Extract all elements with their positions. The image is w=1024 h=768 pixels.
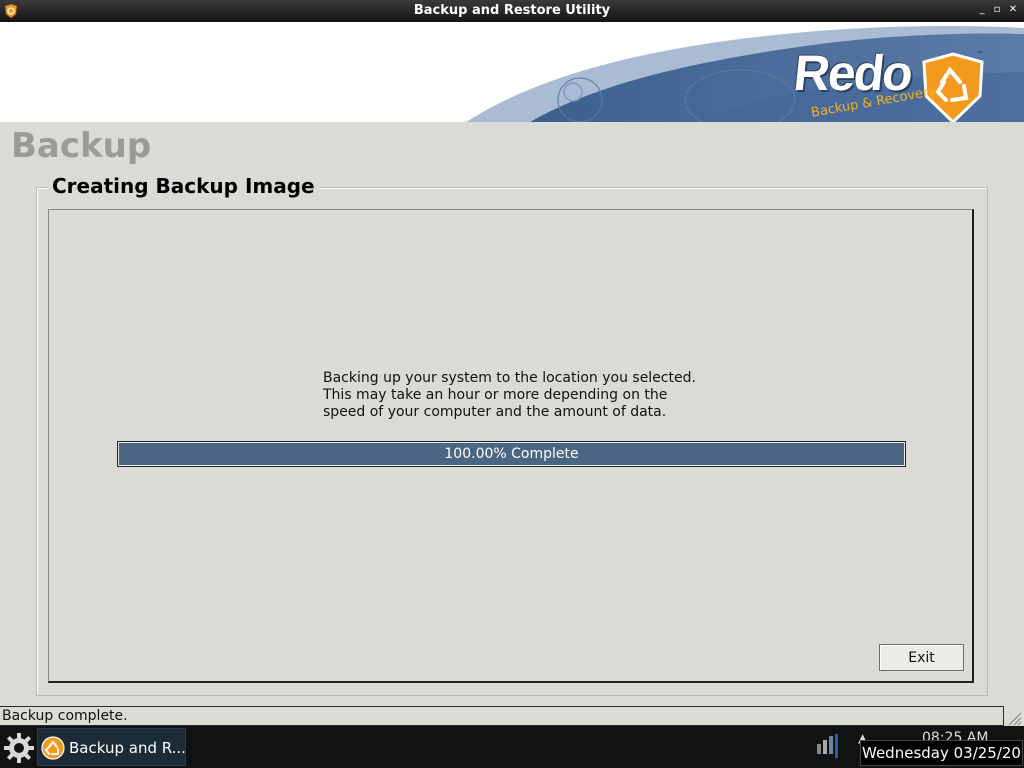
taskbar-item-label: Backup and R... [69, 739, 186, 757]
gear-icon[interactable] [3, 732, 35, 764]
status-bar: Backup complete. [0, 706, 1004, 726]
minimize-button[interactable]: _ [976, 4, 988, 16]
redo-logo: Redo ™ Backup & Recovery [791, 45, 992, 122]
status-text: Backup complete. [2, 708, 128, 724]
exit-button[interactable]: Exit [879, 644, 964, 671]
page-title: Backup [11, 126, 152, 166]
group-title: Creating Backup Image [48, 174, 321, 198]
close-button[interactable]: ✕ [1007, 4, 1019, 16]
date-tooltip: Wednesday 03/25/20 [860, 740, 1023, 766]
backup-description: Backing up your system to the location y… [323, 370, 743, 421]
window-titlebar[interactable]: Backup and Restore Utility _ ▫ ✕ [0, 0, 1024, 22]
redo-app-icon [41, 736, 65, 760]
window-title: Backup and Restore Utility [413, 3, 611, 18]
maximize-button[interactable]: ▫ [991, 4, 1003, 16]
logo-trademark: ™ [976, 50, 984, 59]
resize-grip-icon[interactable] [1006, 710, 1022, 726]
progress-label: 100.00% Complete [444, 446, 579, 462]
header-banner: Redo ™ Backup & Recovery [0, 22, 1024, 122]
network-icon[interactable] [815, 734, 841, 758]
description-line: Backing up your system to the location y… [323, 370, 696, 386]
description-line: speed of your computer and the amount of… [323, 404, 667, 420]
backup-progress-bar: 100.00% Complete [117, 441, 906, 467]
description-line: This may take an hour or more depending … [323, 387, 668, 403]
taskbar-item-backup[interactable]: Backup and R... [37, 728, 186, 766]
